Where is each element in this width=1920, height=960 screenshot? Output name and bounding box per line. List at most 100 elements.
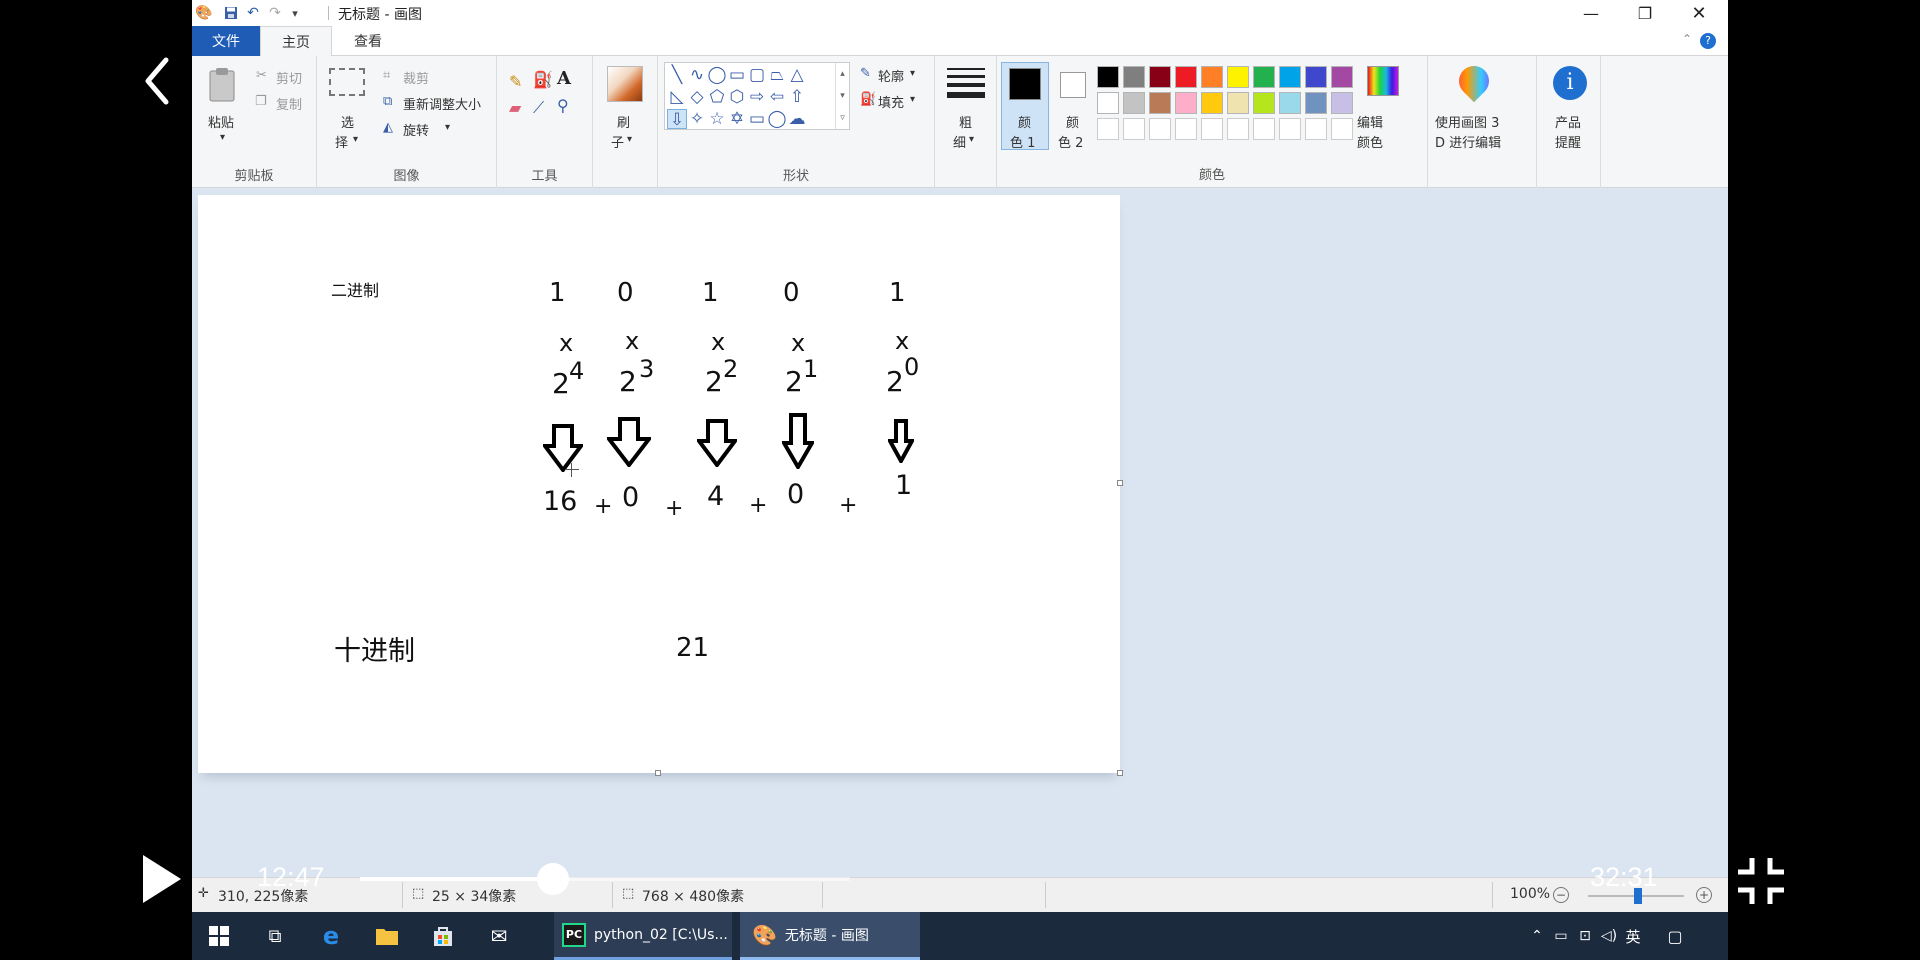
callout-cloud-shape-icon[interactable]: ☁ [787, 109, 807, 129]
collapse-ribbon-icon[interactable]: ⌃ [1682, 32, 1692, 46]
color-swatch[interactable] [1201, 92, 1223, 114]
volume-icon[interactable]: ◁) [1596, 924, 1622, 948]
polygon-shape-icon[interactable]: ⏢ [767, 65, 787, 85]
star5-shape-icon[interactable]: ☆ [707, 109, 727, 129]
color1-swatch[interactable] [1009, 68, 1041, 100]
paste-dropdown-icon[interactable]: ▾ [220, 132, 225, 143]
restore-button[interactable]: ❐ [1618, 0, 1672, 26]
show-hidden-icons-icon[interactable]: ⌃ [1524, 924, 1550, 948]
store-icon[interactable] [430, 924, 456, 948]
color2-label-line2[interactable]: 色 2 [1058, 132, 1083, 151]
brush-label-line1[interactable]: 刷 [617, 112, 630, 131]
canvas-resize-handle-bottom[interactable] [655, 770, 661, 776]
file-explorer-icon[interactable] [374, 924, 400, 948]
task-view-icon[interactable]: ⧉ [262, 924, 288, 948]
custom-color-slot[interactable] [1279, 118, 1301, 140]
color-swatch[interactable] [1331, 66, 1353, 88]
right-triangle-shape-icon[interactable]: ◺ [667, 87, 687, 107]
zoom-out-icon[interactable]: − [1553, 887, 1569, 903]
color-swatch[interactable] [1123, 92, 1145, 114]
curve-shape-icon[interactable]: ∿ [687, 65, 707, 85]
mail-icon[interactable]: ✉ [486, 924, 512, 948]
exit-fullscreen-icon[interactable] [1736, 856, 1786, 906]
rotate-dropdown-icon[interactable]: ▾ [445, 122, 450, 133]
left-arrow-shape-icon[interactable]: ⇦ [767, 87, 787, 107]
custom-color-slot[interactable] [1253, 118, 1275, 140]
color-swatch[interactable] [1175, 66, 1197, 88]
callout-oval-shape-icon[interactable]: ◯ [767, 109, 787, 129]
star4-shape-icon[interactable]: ✧ [687, 109, 707, 129]
taskbar-app-paint[interactable]: 🎨 无标题 - 画图 [740, 912, 920, 960]
paint3d-line1[interactable]: 使用画图 3 [1435, 112, 1499, 131]
tab-view[interactable]: 查看 [332, 26, 404, 56]
color1-label-line1[interactable]: 颜 [1018, 112, 1031, 131]
custom-color-slot[interactable] [1331, 118, 1353, 140]
crop-button[interactable]: 裁剪 [403, 68, 429, 87]
cut-button[interactable]: 剪切 [276, 68, 302, 87]
custom-color-slot[interactable] [1149, 118, 1171, 140]
color-swatch[interactable] [1253, 66, 1275, 88]
resize-button[interactable]: 重新调整大小 [403, 94, 481, 113]
paste-button[interactable]: 粘贴 [208, 112, 234, 131]
canvas-resize-handle-corner[interactable] [1117, 770, 1123, 776]
color-swatch[interactable] [1175, 92, 1197, 114]
product-alert-line2[interactable]: 提醒 [1555, 132, 1581, 151]
fill-button[interactable]: 填充 [878, 92, 904, 111]
fill-dropdown-icon[interactable]: ▾ [910, 94, 915, 105]
zoom-in-icon[interactable]: + [1696, 887, 1712, 903]
up-arrow-shape-icon[interactable]: ⇧ [787, 87, 807, 107]
pencil-icon[interactable]: ✎ [509, 72, 522, 91]
save-icon[interactable] [222, 3, 240, 23]
color-swatch[interactable] [1227, 92, 1249, 114]
color-swatch[interactable] [1253, 92, 1275, 114]
shapes-gallery[interactable]: ╲ ∿ ◯ ▭ ▢ ⏢ △ ◺ ◇ ⬠ ⬡ ⇨ ⇦ ⇧ ⇩ ✧ ☆ ✡ ▭ ◯ … [664, 62, 850, 130]
help-icon[interactable]: ? [1700, 33, 1716, 49]
rectangle-shape-icon[interactable]: ▭ [727, 65, 747, 85]
right-arrow-shape-icon[interactable]: ⇨ [747, 87, 767, 107]
color2-swatch[interactable] [1060, 72, 1086, 98]
battery-icon[interactable]: ▭ [1548, 924, 1574, 948]
play-icon[interactable] [140, 852, 184, 906]
edge-browser-icon[interactable]: e [318, 922, 344, 950]
brush-icon[interactable] [607, 66, 643, 102]
oval-shape-icon[interactable]: ◯ [707, 65, 727, 85]
network-icon[interactable]: ⊡ [1572, 924, 1598, 948]
color-swatch[interactable] [1149, 92, 1171, 114]
custom-color-slot[interactable] [1097, 118, 1119, 140]
color-swatch[interactable] [1227, 66, 1249, 88]
paint3d-line2[interactable]: D 进行编辑 [1435, 132, 1501, 151]
size-label-line1[interactable]: 粗 [959, 112, 972, 131]
outline-dropdown-icon[interactable]: ▾ [910, 68, 915, 79]
star6-shape-icon[interactable]: ✡ [727, 109, 747, 129]
callout-rect-shape-icon[interactable]: ▭ [747, 109, 767, 129]
color-swatch[interactable] [1331, 92, 1353, 114]
color-swatch[interactable] [1123, 66, 1145, 88]
pentagon-shape-icon[interactable]: ⬠ [707, 87, 727, 107]
color-swatch[interactable] [1097, 92, 1119, 114]
redo-icon[interactable]: ↷ [266, 3, 284, 23]
brush-label-line2[interactable]: 子 [611, 132, 624, 151]
paste-icon[interactable] [208, 66, 236, 102]
back-arrow-icon[interactable] [140, 56, 174, 106]
line-shape-icon[interactable]: ╲ [667, 65, 687, 85]
minimize-button[interactable]: — [1564, 0, 1618, 26]
paint3d-icon[interactable] [1452, 59, 1496, 103]
color-swatch[interactable] [1305, 66, 1327, 88]
tab-home[interactable]: 主页 [260, 26, 332, 57]
video-progress-track[interactable] [360, 863, 850, 895]
input-method-indicator[interactable]: 英 [1620, 924, 1646, 948]
taskbar-app-pycharm[interactable]: PC python_02 [C:\Us... [554, 912, 732, 960]
product-alert-line1[interactable]: 产品 [1555, 112, 1581, 131]
select-label-line1[interactable]: 选 [341, 112, 354, 131]
select-dropdown-icon[interactable]: ▾ [353, 134, 358, 145]
select-label-line2[interactable]: 择 [335, 132, 348, 151]
triangle-shape-icon[interactable]: △ [787, 65, 807, 85]
tab-file[interactable]: 文件 [192, 26, 260, 56]
video-progress-thumb[interactable] [536, 863, 569, 895]
color-swatch[interactable] [1201, 66, 1223, 88]
outline-button[interactable]: 轮廓 [878, 66, 904, 85]
info-icon[interactable]: i [1553, 66, 1587, 100]
down-arrow-shape-icon[interactable]: ⇩ [667, 109, 687, 130]
copy-button[interactable]: 复制 [276, 94, 302, 113]
brush-dropdown-icon[interactable]: ▾ [627, 134, 632, 145]
